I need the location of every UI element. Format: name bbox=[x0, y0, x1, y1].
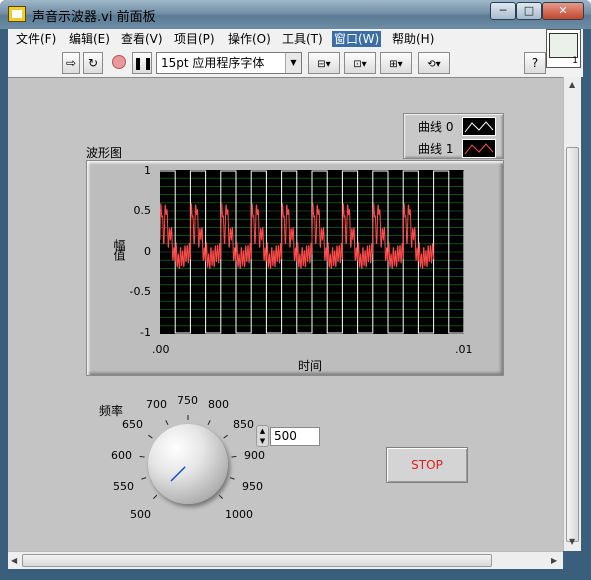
frequency-knob[interactable] bbox=[148, 424, 228, 504]
menu-help[interactable]: 帮助(H) bbox=[390, 31, 436, 47]
run-button[interactable]: ⇨ bbox=[62, 52, 80, 74]
abort-icon bbox=[112, 55, 126, 69]
menu-view[interactable]: 查看(V) bbox=[119, 31, 165, 47]
resize-icon: ⊞▾ bbox=[389, 59, 403, 70]
menu-file[interactable]: 文件(F) bbox=[14, 31, 58, 47]
menu-bar: 文件(F) 编辑(E) 查看(V) 项目(P) 操作(O) 工具(T) 窗口(W… bbox=[8, 29, 583, 49]
context-help-button[interactable]: ? bbox=[524, 52, 546, 74]
distribute-icon: ⊡▾ bbox=[353, 59, 367, 70]
title-bar[interactable]: 声音示波器.vi 前面板 ─ □ ✕ bbox=[0, 0, 591, 29]
scroll-left-icon[interactable]: ◀ bbox=[11, 556, 17, 565]
horizontal-scrollbar[interactable]: ◀ ▶ bbox=[8, 551, 563, 569]
frequency-numeric-control[interactable]: ▲ ▼ 500 bbox=[256, 425, 320, 447]
run-continuously-button[interactable]: ↻ bbox=[83, 52, 103, 74]
vi-icon[interactable]: 1 bbox=[546, 29, 581, 68]
y-tick-label: 1 bbox=[144, 164, 151, 177]
reorder-button[interactable]: ⟲▾ bbox=[418, 52, 450, 74]
pause-button[interactable]: ❚❚ bbox=[132, 52, 154, 74]
font-select[interactable]: 15pt 应用程序字体 ▼ bbox=[156, 52, 302, 74]
x-tick-label: .01 bbox=[455, 343, 473, 356]
knob-needle bbox=[170, 466, 186, 482]
y-tick-label: -0.5 bbox=[129, 285, 151, 298]
plot-area[interactable] bbox=[160, 170, 464, 334]
align-icon: ⊟▾ bbox=[317, 59, 331, 70]
legend-swatch-plot0[interactable] bbox=[462, 117, 496, 136]
menu-operate[interactable]: 操作(O) bbox=[226, 31, 273, 47]
help-icon: ? bbox=[531, 56, 539, 70]
x-axis-label: 时间 bbox=[298, 359, 323, 373]
legend-swatch-plot1[interactable] bbox=[462, 139, 496, 158]
toolbar: ⇨ ↻ ❚❚ 15pt 应用程序字体 ▼ ⊟▾ ⊡▾ ⊞▾ ⟲▾ ? bbox=[8, 49, 583, 77]
menu-tools[interactable]: 工具(T) bbox=[280, 31, 325, 47]
scroll-down-icon[interactable]: ▼ bbox=[569, 537, 575, 546]
align-objects-button[interactable]: ⊟▾ bbox=[308, 52, 340, 74]
abort-button[interactable] bbox=[109, 52, 129, 74]
labview-app-icon bbox=[8, 6, 26, 22]
y-tick-label: -1 bbox=[140, 326, 151, 339]
legend-label-plot1: 曲线 1 bbox=[418, 142, 454, 156]
maximize-button[interactable]: □ bbox=[516, 2, 542, 20]
knob-tick-mark bbox=[139, 455, 145, 458]
run-arrow-icon: ⇨ bbox=[65, 56, 77, 70]
increment-decrement-arrows[interactable]: ▲ ▼ bbox=[256, 425, 269, 447]
plot-svg bbox=[160, 170, 464, 334]
distribute-objects-button[interactable]: ⊡▾ bbox=[344, 52, 376, 74]
y-axis-label: 幅值 bbox=[112, 239, 126, 259]
vertical-scrollbar[interactable]: ▲ ▼ bbox=[563, 77, 581, 551]
legend-label-plot0: 曲线 0 bbox=[418, 120, 454, 134]
menu-project[interactable]: 项目(P) bbox=[172, 31, 217, 47]
run-continuously-icon: ↻ bbox=[87, 56, 99, 70]
window-title: 声音示波器.vi 前面板 bbox=[32, 10, 156, 25]
window-frame-bottom bbox=[0, 569, 591, 580]
minimize-button[interactable]: ─ bbox=[490, 2, 516, 20]
resize-objects-button[interactable]: ⊞▾ bbox=[380, 52, 412, 74]
vertical-scroll-thumb[interactable] bbox=[566, 147, 579, 542]
scroll-right-icon[interactable]: ▶ bbox=[551, 556, 557, 565]
knob-tick-mark bbox=[229, 477, 235, 480]
menu-edit[interactable]: 编辑(E) bbox=[67, 31, 112, 47]
menu-window[interactable]: 窗口(W) bbox=[332, 31, 382, 47]
main-window: 声音示波器.vi 前面板 ─ □ ✕ 文件(F) 编辑(E) 查看(V) 项目(… bbox=[0, 0, 591, 580]
frequency-value[interactable]: 500 bbox=[270, 427, 320, 446]
close-button[interactable]: ✕ bbox=[542, 2, 584, 20]
vi-icon-number: 1 bbox=[572, 56, 578, 66]
reorder-icon: ⟲▾ bbox=[427, 59, 441, 70]
horizontal-scroll-thumb[interactable] bbox=[22, 554, 492, 567]
graph-label: 波形图 bbox=[86, 146, 123, 160]
x-tick-label: .00 bbox=[152, 343, 170, 356]
pause-icon: ❚❚ bbox=[133, 56, 154, 70]
knob-tick-mark bbox=[141, 477, 147, 480]
knob-tick-mark bbox=[231, 455, 237, 458]
font-select-value: 15pt 应用程序字体 bbox=[161, 56, 265, 70]
chevron-down-icon: ▼ bbox=[285, 53, 301, 73]
stop-button[interactable]: STOP bbox=[386, 447, 468, 483]
y-tick-label: 0.5 bbox=[133, 204, 152, 217]
y-tick-label: 0 bbox=[144, 245, 151, 258]
plot-legend[interactable]: 曲线 0 曲线 1 bbox=[403, 113, 504, 159]
vi-icon-graphic bbox=[549, 33, 578, 58]
scroll-up-icon[interactable]: ▲ bbox=[569, 80, 575, 89]
